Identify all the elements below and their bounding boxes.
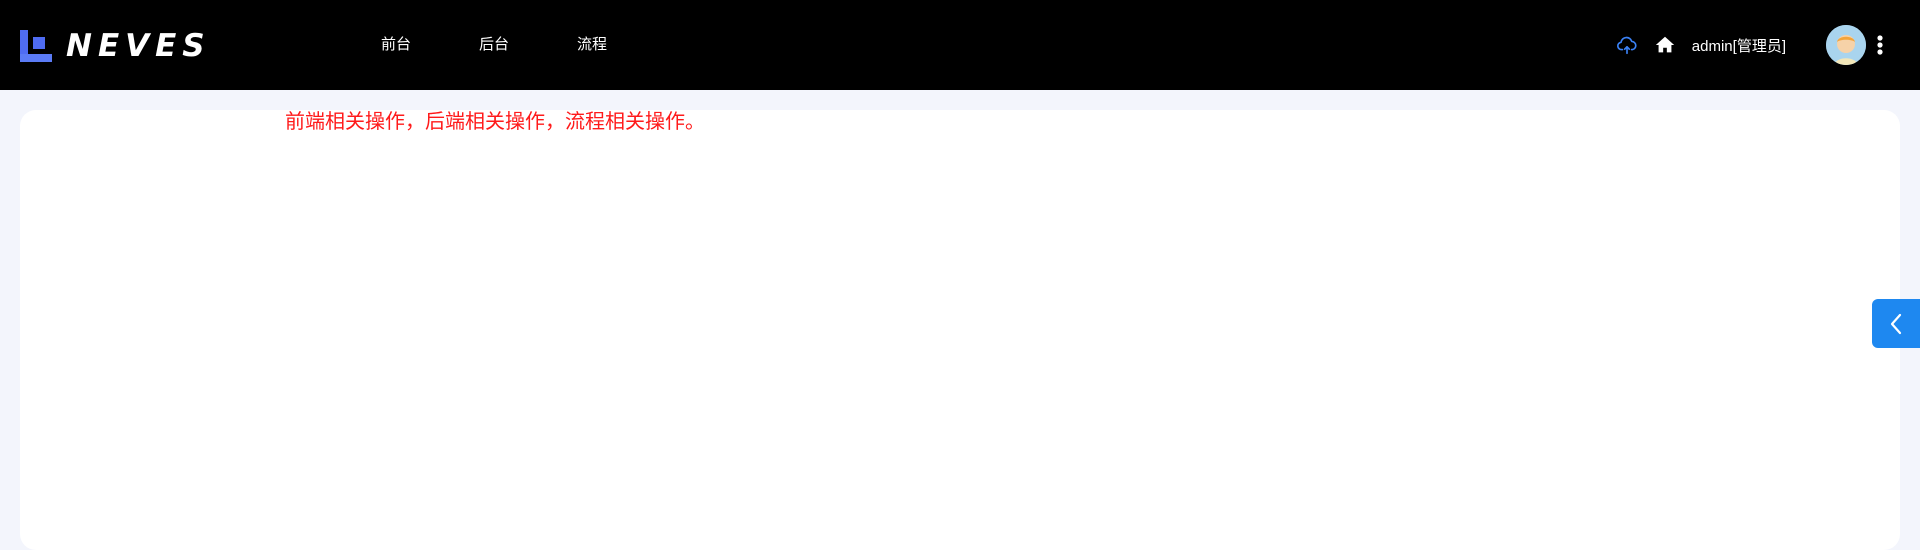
chevron-left-icon xyxy=(1890,313,1902,334)
home-icon[interactable] xyxy=(1654,34,1676,56)
more-vertical-icon[interactable] xyxy=(1876,33,1884,57)
operations-notice: 前端相关操作，后端相关操作，流程相关操作。 xyxy=(285,111,705,133)
avatar[interactable] xyxy=(1826,25,1866,65)
cloud-upload-icon[interactable] xyxy=(1616,34,1638,56)
user-menu-label[interactable]: admin[管理员] xyxy=(1692,35,1786,56)
logo-mark-icon xyxy=(20,30,52,62)
main-nav: 前台 后台 流程 xyxy=(381,0,607,90)
top-navbar: NEVES 前台 后台 流程 admin[管理员] xyxy=(0,0,1920,90)
nav-item-backend[interactable]: 后台 xyxy=(479,0,509,90)
main-content-panel: 前端相关操作，后端相关操作，流程相关操作。 xyxy=(20,110,1900,550)
nav-item-workflow[interactable]: 流程 xyxy=(577,0,607,90)
brand-name: NEVES xyxy=(66,28,211,64)
header-actions: admin[管理员] xyxy=(1616,0,1884,90)
side-panel-toggle[interactable] xyxy=(1872,299,1920,348)
nav-item-frontend[interactable]: 前台 xyxy=(381,0,411,90)
brand-logo[interactable]: NEVES xyxy=(20,30,211,62)
